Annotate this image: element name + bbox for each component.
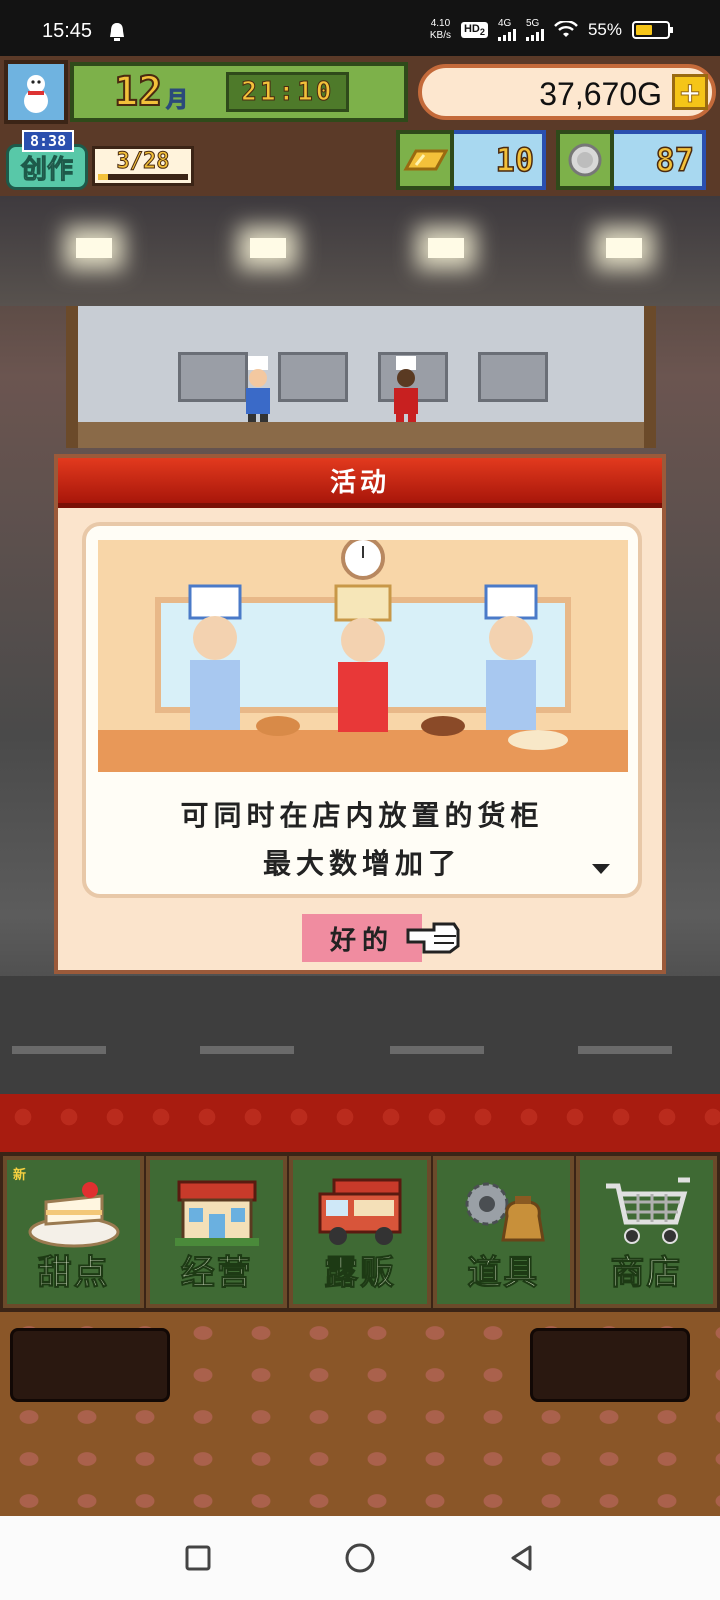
menu-label-dessert: 甜点 bbox=[37, 1253, 110, 1294]
notification-ghost-icon bbox=[110, 23, 124, 41]
status-bar: 15:45 4.10 KB/s HD2 4G 5G 55% bbox=[0, 0, 720, 62]
hd-icon: HD2 bbox=[460, 21, 488, 39]
medal-resource[interactable]: 87 bbox=[556, 130, 706, 190]
event-dialog: 活动 可同时在店内放置的货柜 最大数增加了 好的 bbox=[54, 454, 666, 974]
dialog-panel: 可同时在店内放置的货柜 最大数增加了 bbox=[82, 522, 642, 898]
recent-apps-button[interactable] bbox=[182, 1542, 214, 1574]
circle-icon bbox=[345, 1543, 375, 1573]
menu-stall-button[interactable]: 露贩 bbox=[289, 1156, 431, 1308]
home-button[interactable] bbox=[344, 1542, 376, 1574]
ceiling-lamp bbox=[606, 238, 642, 258]
menu-store-button[interactable]: 商店 bbox=[575, 1156, 718, 1308]
month-number: 12 bbox=[113, 68, 163, 116]
gold-value: 37,670G bbox=[539, 76, 662, 112]
ceiling-lamp bbox=[250, 238, 286, 258]
signal-5g-icon: 5G bbox=[525, 19, 544, 41]
gold-bar-count: 10 bbox=[454, 130, 546, 190]
create-count: 3/28 bbox=[92, 146, 194, 186]
pointing-hand-icon bbox=[406, 922, 460, 954]
network-speed: 4.10 KB/s bbox=[429, 18, 451, 41]
kitchen-area bbox=[66, 306, 656, 448]
dialog-message-line2: 最大数增加了 bbox=[262, 847, 461, 880]
street bbox=[0, 976, 720, 1096]
system-nav-bar bbox=[0, 1516, 720, 1600]
top-hud: 12 月 21:10 37,670G + 创作 8:38 3/28 10 87 bbox=[0, 56, 720, 196]
menu-label-store: 商店 bbox=[610, 1253, 683, 1294]
storage-slot-left[interactable] bbox=[10, 1328, 170, 1402]
cake-icon bbox=[28, 1182, 120, 1248]
menu-red-strip bbox=[0, 1094, 720, 1156]
medal-count: 87 bbox=[614, 130, 706, 190]
create-timer: 8:38 bbox=[22, 130, 75, 152]
triangle-back-icon bbox=[511, 1545, 532, 1571]
storage-area bbox=[0, 1312, 720, 1516]
status-time: 15:45 bbox=[42, 20, 93, 42]
gold-counter: 37,670G + bbox=[418, 64, 716, 120]
month-label: 月 bbox=[166, 88, 189, 114]
battery-percent: 55% bbox=[587, 20, 622, 39]
gear-bag-icon bbox=[465, 1182, 545, 1242]
player-avatar[interactable] bbox=[4, 60, 68, 124]
food-truck-icon bbox=[318, 1178, 402, 1245]
signal-4g-icon: 4G bbox=[497, 19, 516, 41]
gold-bar-icon bbox=[396, 130, 454, 190]
square-icon bbox=[185, 1545, 211, 1571]
create-panel[interactable]: 创作 8:38 3/28 bbox=[6, 130, 194, 192]
dialog-message-line1: 可同时在店内放置的货柜 bbox=[180, 799, 544, 832]
menu-label-items: 道具 bbox=[467, 1253, 540, 1294]
new-badge: 新 bbox=[13, 1168, 27, 1183]
baker-sprite bbox=[246, 356, 270, 426]
create-progress-bar bbox=[98, 174, 188, 180]
snowman-icon bbox=[24, 75, 48, 113]
shop-building-icon bbox=[174, 1180, 259, 1246]
back-button[interactable] bbox=[506, 1542, 538, 1574]
ceiling-lamp bbox=[428, 238, 464, 258]
dialog-header: 活动 bbox=[58, 458, 662, 508]
ceiling-lamp bbox=[76, 238, 112, 258]
wifi-icon bbox=[554, 21, 578, 37]
silver-medal-icon bbox=[556, 130, 614, 190]
menu-items-button[interactable]: 道具 bbox=[432, 1156, 574, 1308]
gold-bar-resource[interactable]: 10 bbox=[396, 130, 546, 190]
date-bar: 12 月 21:10 bbox=[70, 62, 408, 122]
menu-label-stall: 露贩 bbox=[324, 1253, 396, 1294]
more-text-arrow-icon bbox=[592, 864, 610, 874]
storage-slot-right[interactable] bbox=[530, 1328, 690, 1402]
add-gold-button[interactable]: + bbox=[672, 74, 708, 110]
main-menu: 新 甜点 经营 露贩 道具 商店 bbox=[0, 1152, 720, 1312]
chef-sprite bbox=[394, 356, 418, 426]
menu-management-button[interactable]: 经营 bbox=[146, 1156, 288, 1308]
cart-icon bbox=[606, 1177, 691, 1244]
menu-label-management: 经营 bbox=[180, 1253, 253, 1294]
event-illustration bbox=[98, 540, 628, 772]
game-clock: 21:10 bbox=[226, 72, 350, 112]
menu-dessert-button[interactable]: 新 甜点 bbox=[3, 1156, 145, 1308]
battery-icon bbox=[632, 21, 673, 39]
dialog-title: 活动 bbox=[329, 468, 390, 498]
dialog-message: 可同时在店内放置的货柜 最大数增加了 bbox=[86, 792, 638, 888]
